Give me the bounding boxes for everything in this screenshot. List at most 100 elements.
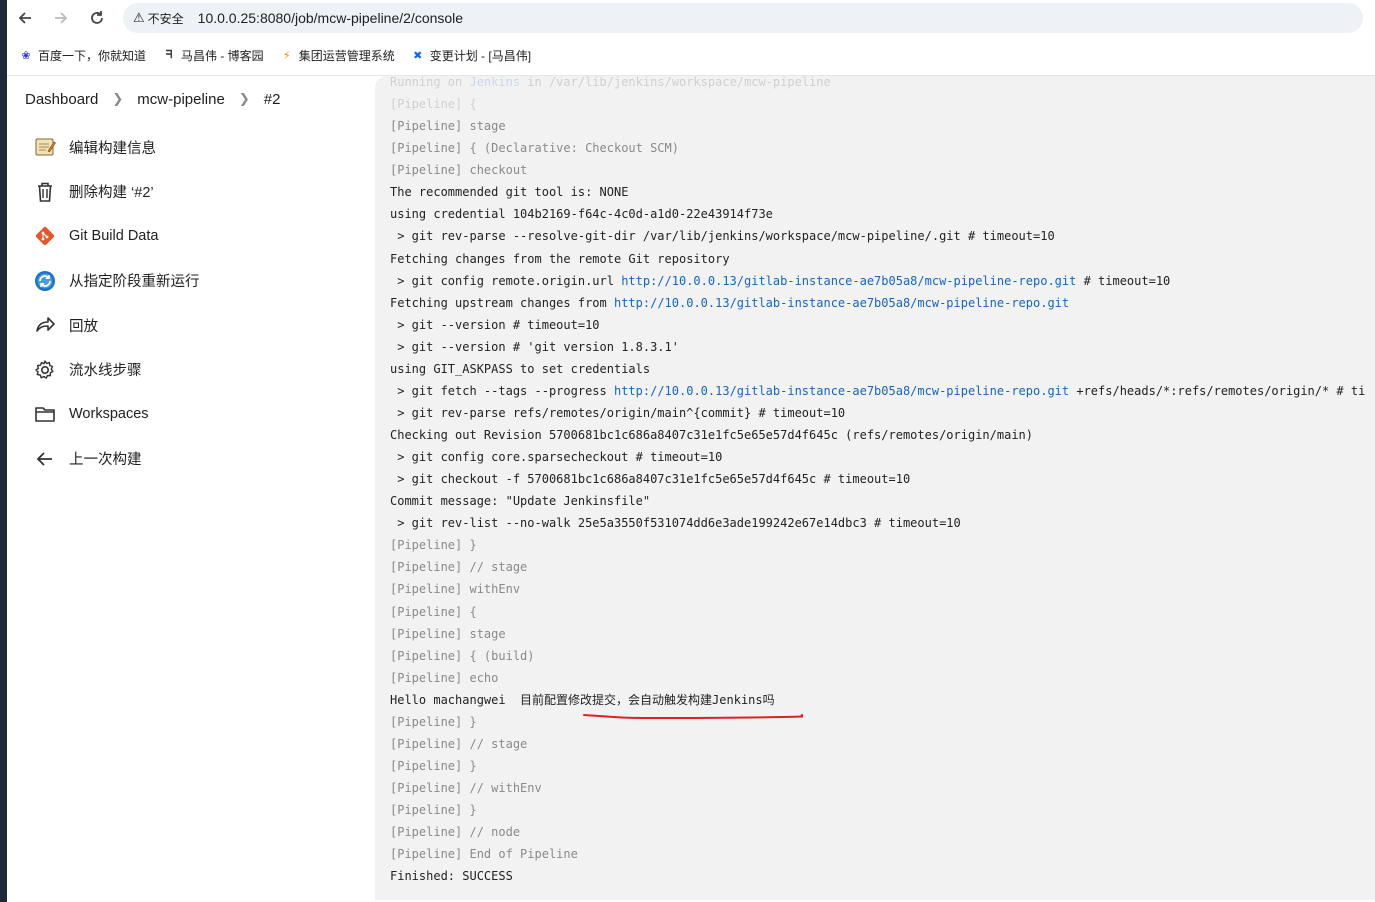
console-line: [Pipeline] // withEnv xyxy=(390,781,542,795)
console-line: [Pipeline] } xyxy=(390,714,477,729)
console-line: > git --version # timeout=10 xyxy=(390,317,600,332)
console-line: using credential 104b2169-f64c-4c0d-a1d0… xyxy=(390,207,773,222)
arrow-left-icon xyxy=(18,12,31,24)
node-link[interactable]: Jenkins xyxy=(469,76,520,89)
system-icon: ⚡ xyxy=(282,50,291,62)
console-line: [Pipeline] { (build) xyxy=(390,648,535,663)
console-output: Running on Jenkins in /var/lib/jenkins/w… xyxy=(375,76,1375,900)
sidebar-item-label: Workspaces xyxy=(69,406,149,423)
sidebar-item-label: Git Build Data xyxy=(69,228,159,245)
sidebar-item-pipeline-steps[interactable]: 流水线步骤 xyxy=(7,348,375,393)
console-line: Running on Jenkins in /var/lib/jenkins/w… xyxy=(390,76,831,89)
breadcrumb-job[interactable]: mcw-pipeline xyxy=(137,91,225,108)
sidebar-item-label: 编辑构建信息 xyxy=(69,140,156,157)
console-line-echo-output: Hello machangwei 目前配置修改提交，会自动触发构建Jenkins… xyxy=(390,692,775,707)
arrow-left-icon xyxy=(33,447,57,471)
bookmark-change-plan[interactable]: ✖ 变更计划 - [马昌伟] xyxy=(411,47,531,64)
address-bar[interactable]: ⚠ 不安全 10.0.0.25:8080/job/mcw-pipeline/2/… xyxy=(123,3,1363,33)
console-line: [Pipeline] { (Declarative: Checkout SCM) xyxy=(390,141,679,156)
sidebar-item-label: 流水线步骤 xyxy=(69,363,142,380)
git-icon xyxy=(33,224,57,248)
console-line: > git rev-list --no-walk 25e5a3550f53107… xyxy=(390,516,961,531)
reload-button[interactable] xyxy=(79,0,115,36)
notepad-icon xyxy=(33,135,57,159)
url-text: 10.0.0.25:8080/job/mcw-pipeline/2/consol… xyxy=(197,10,464,26)
cnblogs-icon: ᖷ xyxy=(165,49,173,61)
bookmark-ops-system[interactable]: ⚡ 集团运营管理系统 xyxy=(280,47,395,64)
console-lines: Running on Jenkins in /var/lib/jenkins/w… xyxy=(390,76,1375,887)
console-line: > git config remote.origin.url http://10… xyxy=(390,273,1171,288)
arrow-right-icon xyxy=(55,12,68,24)
console-line: [Pipeline] withEnv xyxy=(390,582,521,597)
console-line: [Pipeline] // stage xyxy=(390,736,528,751)
warning-icon: ⚠ xyxy=(133,10,145,25)
baidu-icon: ❀ xyxy=(21,50,31,62)
console-line: Fetching upstream changes from http://10… xyxy=(390,295,1070,310)
console-line: [Pipeline] stage xyxy=(390,119,506,134)
console-line: [Pipeline] } xyxy=(390,803,477,818)
console-line: Fetching changes from the remote Git rep… xyxy=(390,251,730,266)
sidebar-item-label: 上一次构建 xyxy=(69,452,142,469)
forward-button[interactable] xyxy=(43,0,79,36)
trash-icon xyxy=(33,180,57,204)
sidebar-item-git-build-data[interactable]: Git Build Data xyxy=(7,214,375,259)
console-line: The recommended git tool is: NONE xyxy=(390,185,629,200)
console-line: > git checkout -f 5700681bc1c686a8407c31… xyxy=(390,472,911,487)
browser-toolbar: ⚠ 不安全 10.0.0.25:8080/job/mcw-pipeline/2/… xyxy=(7,0,1375,36)
bookmark-baidu[interactable]: ❀ 百度一下，你就知道 xyxy=(19,47,146,64)
console-line: [Pipeline] } xyxy=(390,538,477,553)
bookmark-label: 百度一下，你就知道 xyxy=(38,49,147,63)
console-line-finished: Finished: SUCCESS xyxy=(390,869,513,884)
console-line: [Pipeline] // stage xyxy=(390,560,528,575)
bookmarks-bar: ❀ 百度一下，你就知道 ᖷ 马昌伟 - 博客园 ⚡ 集团运营管理系统 ✖ 变更计… xyxy=(7,36,1375,76)
sidebar-item-workspaces[interactable]: Workspaces xyxy=(7,392,375,437)
sidebar: 编辑构建信息 删除构建 ‘#2’ Git Build Data 从指定阶段重新运… xyxy=(7,125,375,481)
breadcrumb-dashboard[interactable]: Dashboard xyxy=(25,91,98,108)
reload-icon xyxy=(91,11,103,24)
console-line: > git rev-parse --resolve-git-dir /var/l… xyxy=(390,229,1055,244)
breadcrumb-build[interactable]: #2 xyxy=(264,91,281,108)
repo-link[interactable]: http://10.0.0.13/gitlab-instance-ae7b05a… xyxy=(614,384,1069,398)
sidebar-item-label: 回放 xyxy=(69,318,98,335)
console-line: [Pipeline] { xyxy=(390,97,477,112)
console-line: [Pipeline] echo xyxy=(390,670,499,685)
console-line: [Pipeline] End of Pipeline xyxy=(390,847,578,862)
console-line: > git fetch --tags --progress http://10.… xyxy=(390,383,1366,398)
chevron-right-icon: ❯ xyxy=(112,91,124,106)
chevron-right-icon: ❯ xyxy=(238,91,250,106)
console-line: [Pipeline] { xyxy=(390,604,477,619)
replay-icon xyxy=(33,313,57,337)
desktop-edge xyxy=(0,0,7,902)
confluence-icon: ✖ xyxy=(413,50,423,62)
bookmark-label: 马昌伟 - 博客园 xyxy=(181,49,264,63)
annotation-underline xyxy=(583,714,803,720)
sidebar-item-label: 删除构建 ‘#2’ xyxy=(69,185,154,202)
sidebar-item-label: 从指定阶段重新运行 xyxy=(69,274,200,291)
sidebar-item-previous-build[interactable]: 上一次构建 xyxy=(7,437,375,482)
gear-icon xyxy=(33,358,57,382)
console-line: > git --version # 'git version 1.8.3.1' xyxy=(390,339,679,354)
repo-link[interactable]: http://10.0.0.13/gitlab-instance-ae7b05a… xyxy=(621,274,1076,288)
sidebar-item-edit-build-info[interactable]: 编辑构建信息 xyxy=(7,125,375,170)
sidebar-item-replay[interactable]: 回放 xyxy=(7,303,375,348)
repo-link[interactable]: http://10.0.0.13/gitlab-instance-ae7b05a… xyxy=(614,296,1069,310)
folder-icon xyxy=(33,402,57,426)
console-line: Commit message: "Update Jenkinsfile" xyxy=(390,494,651,509)
console-line: > git config core.sparsecheckout # timeo… xyxy=(390,450,723,465)
restart-icon xyxy=(33,269,57,293)
console-line: > git rev-parse refs/remotes/origin/main… xyxy=(390,405,846,420)
bookmark-cnblogs[interactable]: ᖷ 马昌伟 - 博客园 xyxy=(162,47,264,64)
back-button[interactable] xyxy=(7,0,43,36)
console-line: [Pipeline] stage xyxy=(390,626,506,641)
console-line: [Pipeline] // node xyxy=(390,825,521,840)
insecure-label: 不安全 xyxy=(147,11,184,26)
console-line: using GIT_ASKPASS to set credentials xyxy=(390,361,651,376)
sidebar-item-delete-build[interactable]: 删除构建 ‘#2’ xyxy=(7,170,375,215)
bookmark-label: 变更计划 - [马昌伟] xyxy=(429,49,532,63)
console-line: [Pipeline] } xyxy=(390,758,477,773)
console-line: Checking out Revision 5700681bc1c686a840… xyxy=(390,428,1033,442)
console-line: [Pipeline] checkout xyxy=(390,163,528,178)
sidebar-item-restart-from-stage[interactable]: 从指定阶段重新运行 xyxy=(7,259,375,304)
security-indicator[interactable]: ⚠ 不安全 xyxy=(133,10,184,27)
bookmark-label: 集团运营管理系统 xyxy=(298,49,395,63)
